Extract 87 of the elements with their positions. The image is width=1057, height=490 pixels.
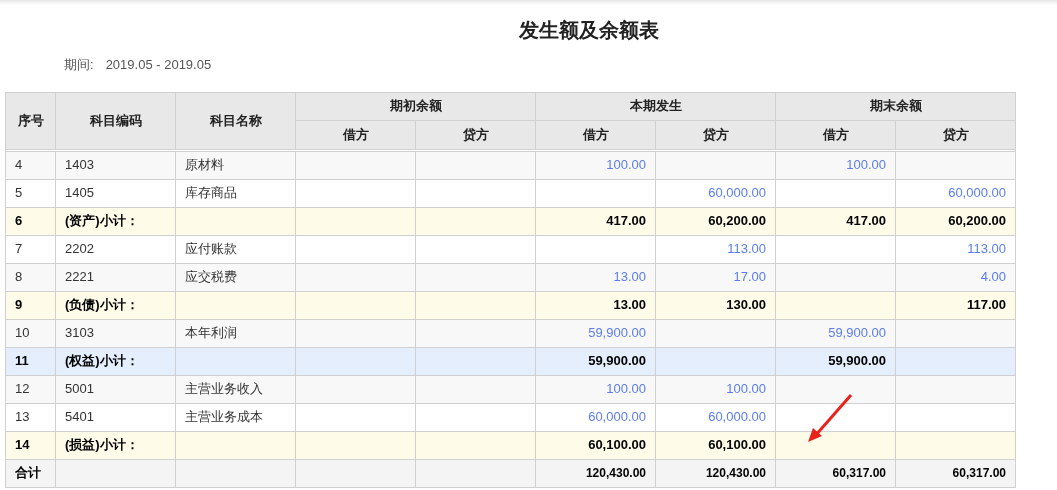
column-header: 科目名称 [175, 92, 296, 149]
amount-cell: 60,317.00 [775, 459, 896, 487]
table-cell: 1403 [55, 151, 176, 179]
table-cell: 5401 [55, 403, 176, 431]
table-row[interactable]: 12 5001 主营业务收入 100.00 100.00 [5, 375, 1016, 403]
amount-cell: 13.00 [535, 263, 656, 291]
table-cell: 6 [5, 207, 56, 235]
amount-cell: 113.00 [655, 235, 776, 263]
table-row[interactable]: 8 2221 应交税费 13.00 17.00 4.00 [5, 263, 1016, 291]
amount-cell: 100.00 [775, 151, 896, 179]
amount-cell: 59,900.00 [775, 347, 896, 375]
amount-cell: 17.00 [655, 263, 776, 291]
table-cell: 11 [5, 347, 56, 375]
table-row[interactable]: 5 1405 库存商品 60,000.00 60,000.00 [5, 179, 1016, 207]
table-cell: 主营业务收入 [175, 375, 296, 403]
table-cell: 8 [5, 263, 56, 291]
amount-cell: 100.00 [535, 151, 656, 179]
table-row[interactable]: 14 (损益)小计： 60,100.00 60,100.00 [5, 431, 1016, 459]
period-value: 2019.05 - 2019.05 [105, 56, 212, 74]
report-title: 发生额及余额表 [518, 18, 659, 43]
column-header: 贷方 [415, 120, 536, 149]
amount-cell: 60,000.00 [655, 179, 776, 207]
table-cell: 应付账款 [175, 235, 296, 263]
amount-cell: 120,430.00 [655, 459, 776, 487]
table-row[interactable]: 11 (权益)小计： 59,900.00 59,900.00 [5, 347, 1016, 375]
column-header: 借方 [295, 120, 416, 149]
amount-cell: 60,200.00 [655, 207, 776, 235]
table-cell: 原材料 [175, 151, 296, 179]
amount-cell: 417.00 [535, 207, 656, 235]
table-row[interactable]: 4 1403 原材料 100.00 100.00 [5, 151, 1016, 179]
table-cell: (资产)小计： [55, 207, 176, 235]
column-header: 贷方 [655, 120, 776, 149]
column-group-header: 本期发生 [535, 92, 776, 120]
column-group-header: 期末余额 [775, 92, 1016, 120]
column-header: 借方 [535, 120, 656, 149]
table-cell: 10 [5, 319, 56, 347]
table-cell: 应交税费 [175, 263, 296, 291]
table-cell: (权益)小计： [55, 347, 176, 375]
table-cell: 4 [5, 151, 56, 179]
annotation-arrow [805, 392, 853, 444]
table-cell: 7 [5, 235, 56, 263]
table-cell: 1405 [55, 179, 176, 207]
table-cell: 2202 [55, 235, 176, 263]
amount-cell: 59,900.00 [535, 347, 656, 375]
amount-cell: 60,000.00 [655, 403, 776, 431]
column-group-header: 期初余额 [295, 92, 536, 120]
table-cell: (损益)小计： [55, 431, 176, 459]
amount-cell: 100.00 [655, 375, 776, 403]
column-header: 科目编码 [55, 92, 176, 149]
table-cell: 2221 [55, 263, 176, 291]
amount-cell: 60,000.00 [895, 179, 1016, 207]
table-cell: 本年利润 [175, 319, 296, 347]
amount-cell: 113.00 [895, 235, 1016, 263]
amount-cell: 13.00 [535, 291, 656, 319]
table-cell: 13 [5, 403, 56, 431]
amount-cell: 120,430.00 [535, 459, 656, 487]
period-label: 期间: [64, 56, 94, 74]
table-cell: 3103 [55, 319, 176, 347]
table-cell: 5 [5, 179, 56, 207]
amount-cell: 59,900.00 [775, 319, 896, 347]
amount-cell: 117.00 [895, 291, 1016, 319]
column-header: 借方 [775, 120, 896, 149]
table-cell: 库存商品 [175, 179, 296, 207]
table-row[interactable]: 13 5401 主营业务成本 60,000.00 60,000.00 [5, 403, 1016, 431]
table-cell: 12 [5, 375, 56, 403]
table-cell: 9 [5, 291, 56, 319]
amount-cell: 4.00 [895, 263, 1016, 291]
table-row[interactable]: 6 (资产)小计： 417.00 60,200.00 417.00 60,200.00 [5, 207, 1016, 235]
amount-cell: 60,100.00 [655, 431, 776, 459]
amount-cell: 100.00 [535, 375, 656, 403]
amount-cell: 60,100.00 [535, 431, 656, 459]
amount-cell: 417.00 [775, 207, 896, 235]
column-header: 贷方 [895, 120, 1016, 149]
table-row[interactable]: 9 (负债)小计： 13.00 130.00 117.00 [5, 291, 1016, 319]
table-cell: 5001 [55, 375, 176, 403]
amount-cell: 59,900.00 [535, 319, 656, 347]
table-row[interactable]: 7 2202 应付账款 113.00 113.00 [5, 235, 1016, 263]
table-cell: 14 [5, 431, 56, 459]
amount-cell: 60,317.00 [895, 459, 1016, 487]
table-cell: (负债)小计： [55, 291, 176, 319]
table-row[interactable]: 10 3103 本年利润 59,900.00 59,900.00 [5, 319, 1016, 347]
amount-cell: 130.00 [655, 291, 776, 319]
amount-cell: 60,000.00 [535, 403, 656, 431]
table-cell: 主营业务成本 [175, 403, 296, 431]
table-cell: 合计 [5, 459, 56, 487]
column-header: 序号 [5, 92, 56, 149]
amount-cell: 60,200.00 [895, 207, 1016, 235]
